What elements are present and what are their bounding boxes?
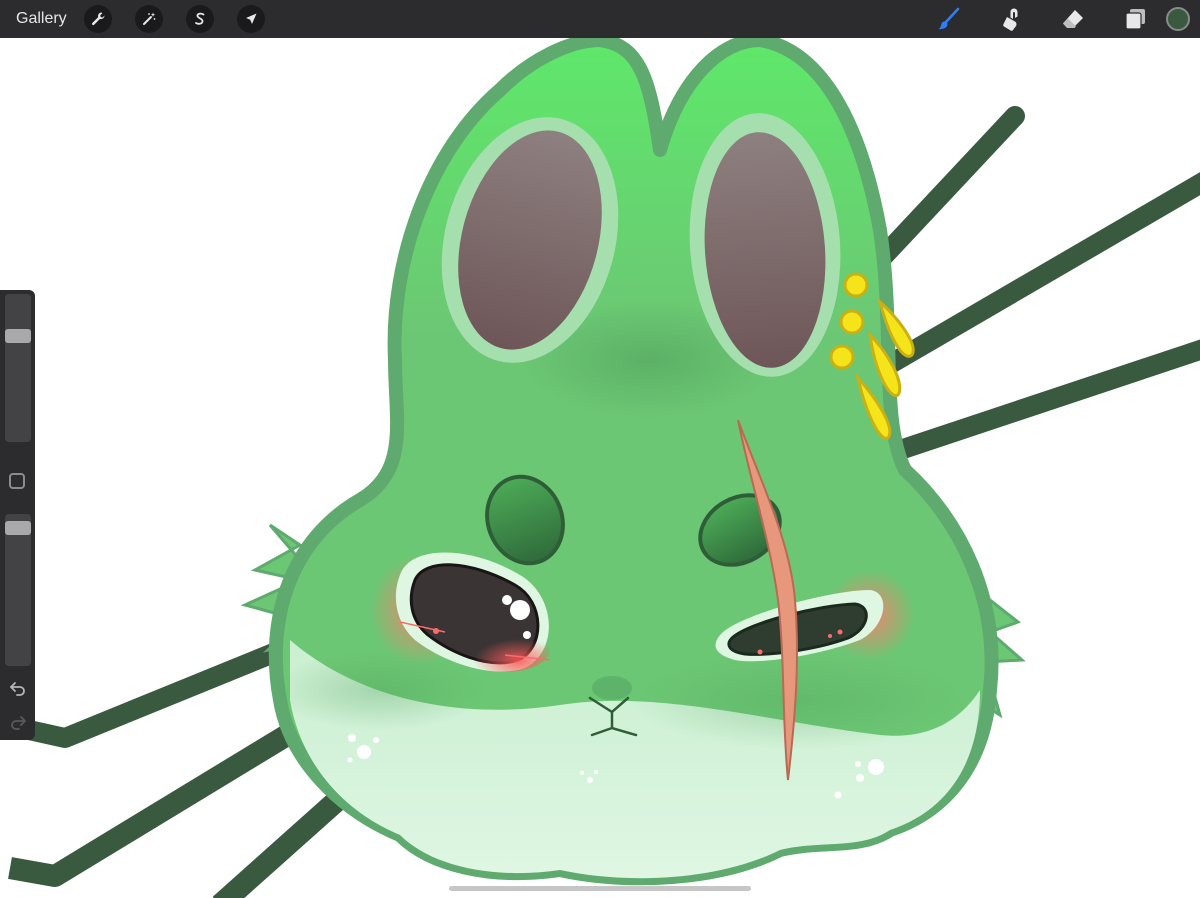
color-picker-button[interactable] xyxy=(1166,7,1190,31)
left-sidebar xyxy=(0,290,35,740)
redo-button[interactable] xyxy=(8,714,28,730)
opacity-thumb[interactable] xyxy=(5,521,31,535)
modify-button[interactable] xyxy=(9,473,25,489)
top-toolbar: Gallery xyxy=(0,0,1200,38)
brush-size-thumb[interactable] xyxy=(5,329,31,343)
drawing-canvas[interactable] xyxy=(0,38,1200,898)
bunny-head xyxy=(268,38,999,886)
undo-icon xyxy=(10,682,25,696)
opacity-slider[interactable] xyxy=(5,514,31,666)
selection-button[interactable] xyxy=(185,5,214,33)
wrench-icon xyxy=(91,12,105,26)
brush-icon xyxy=(938,7,960,30)
redo-icon xyxy=(11,716,26,730)
undo-button[interactable] xyxy=(8,680,28,696)
brush-size-slider[interactable] xyxy=(5,294,31,442)
gallery-button[interactable]: Gallery xyxy=(16,10,67,28)
procreate-app: Gallery xyxy=(0,0,1200,898)
smudge-tool-button[interactable] xyxy=(996,4,1026,34)
transform-button[interactable] xyxy=(236,5,265,33)
selection-icon xyxy=(194,12,205,25)
layers-icon xyxy=(1125,9,1145,30)
arrow-cursor-icon xyxy=(245,13,257,24)
right-tool-group xyxy=(934,0,1200,38)
magic-wand-icon xyxy=(142,12,156,25)
actions-button[interactable] xyxy=(83,5,112,33)
smudge-icon xyxy=(1003,8,1018,31)
eraser-icon xyxy=(1063,10,1083,28)
home-indicator[interactable] xyxy=(449,886,751,891)
layers-tool-button[interactable] xyxy=(1120,4,1150,34)
eraser-tool-button[interactable] xyxy=(1058,4,1088,34)
bunny-artwork xyxy=(8,38,1200,898)
paint-tool-button[interactable] xyxy=(934,4,964,34)
adjustments-button[interactable] xyxy=(134,5,163,33)
